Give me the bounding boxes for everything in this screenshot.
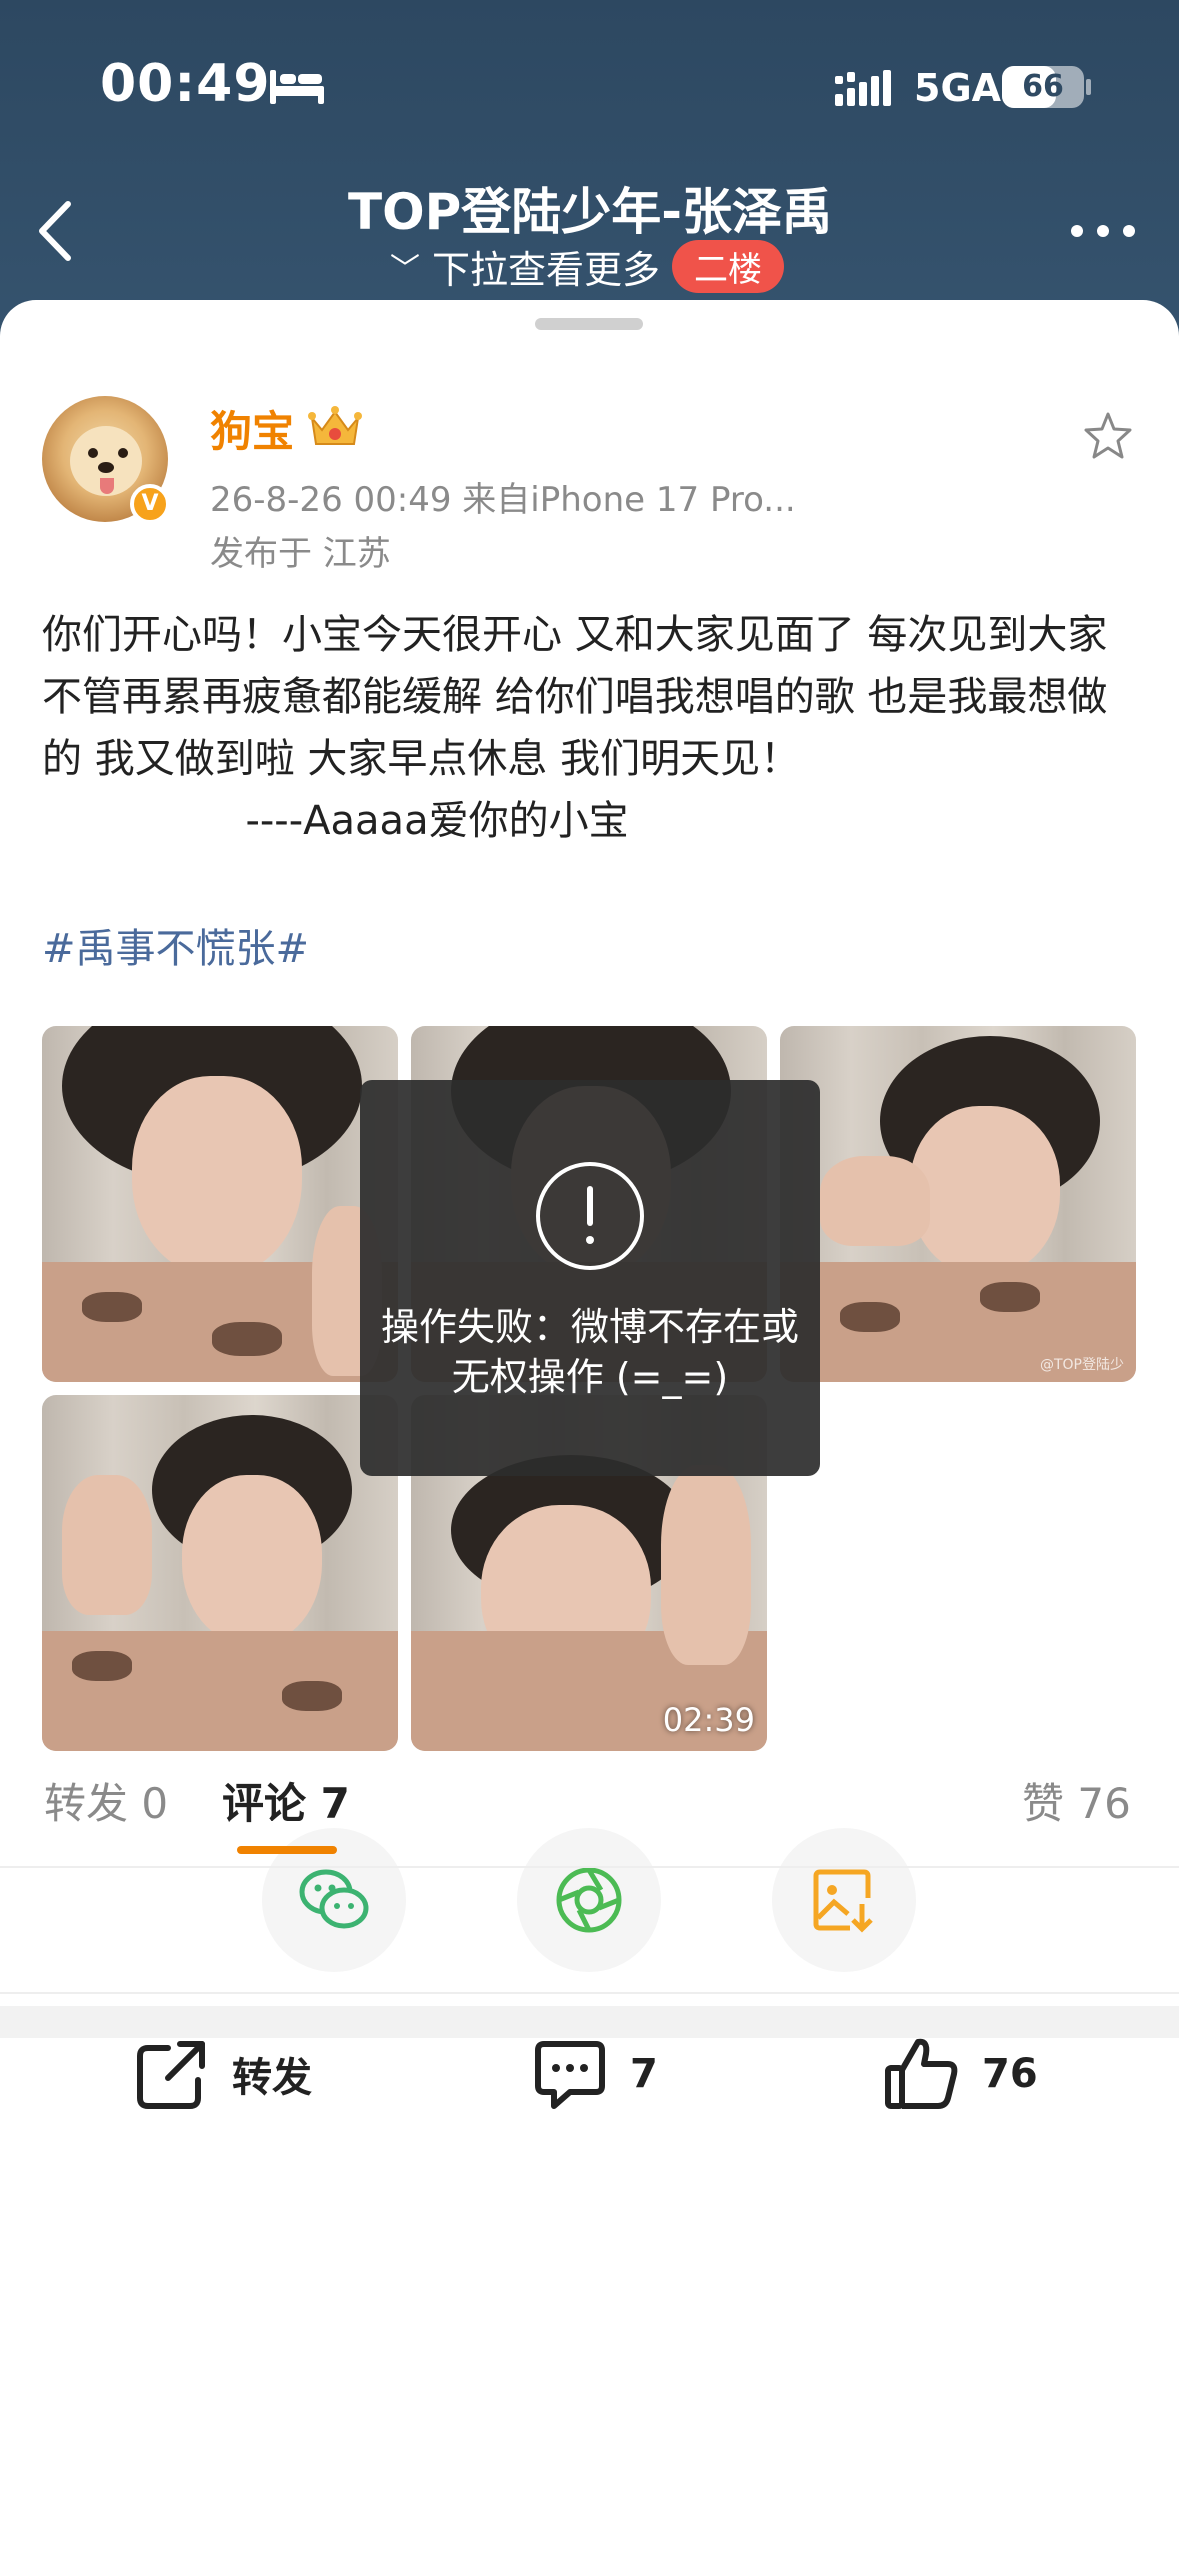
repost-label: 转发 [232,2055,312,2101]
tab-repost-count: 0 [141,1779,169,1828]
tab-comments-label: 评论 [222,1779,307,1828]
comment-count: 7 [630,2051,658,2097]
sleep-focus-icon [270,70,324,104]
moments-icon [556,1867,622,1933]
tab-repost-label: 转发 [44,1779,129,1828]
photo-face [132,1076,302,1276]
floor-badge[interactable]: 二楼 [672,239,785,293]
share-moments-button[interactable] [517,1828,661,1972]
post-photo-1[interactable] [42,1026,398,1382]
wechat-icon [299,1869,369,1929]
photo-face [182,1475,322,1645]
repost-icon [137,2041,205,2109]
comment-icon [535,2041,605,2109]
toast-message: 操作失败：微博不存在或无权操作 (=_=) [380,1305,799,1399]
avatar-tongue [100,478,114,494]
save-image-icon [813,1869,873,1933]
tab-comments[interactable]: 评论 7 [222,1770,350,1831]
crown-badge-icon[interactable] [306,404,364,450]
error-toast: 操作失败：微博不存在或无权操作 (=_=) [360,1080,820,1476]
battery-icon: 66 [1002,66,1084,108]
network-type: 5GA [914,66,1002,110]
photo-shirt [42,1631,398,1751]
thumbs-up-icon [885,2038,958,2109]
pull-down-label: 下拉查看更多 [432,247,661,292]
post-meta: 26-8-26 00:49 来自iPhone 17 Pro... [210,480,796,520]
exclamation-icon [536,1162,644,1270]
photo-hand [62,1475,152,1615]
verified-badge-icon: V [130,484,170,524]
chevron-down-icon: ﹀ [390,252,420,287]
photo-face [910,1106,1060,1276]
avatar-eye-left [88,448,98,458]
battery-level: 66 [1022,69,1064,104]
tab-divider [0,1866,1179,1868]
cellular-signal-icon [835,70,891,106]
page-title: TOP登陆少年-张泽禹 [347,183,832,241]
photo-watermark: @TOP登陆少 [1039,1357,1124,1373]
active-tab-indicator [237,1846,337,1854]
post-location: 发布于 江苏 [210,534,391,574]
back-icon[interactable] [30,196,80,266]
video-duration: 02:39 [662,1701,755,1739]
post-body: 你们开心吗！小宝今天很开心 又和大家见面了 每次见到大家不管再累再疲惫都能缓解 … [42,612,1108,844]
bottom-bar-divider [0,1992,1179,1994]
pull-down-hint[interactable]: ﹀ 下拉查看更多 二楼 [390,238,785,294]
avatar-nose [98,462,114,473]
photo-hand [820,1156,930,1246]
comment-button[interactable]: 7 [530,2034,658,2114]
tab-comments-count: 7 [320,1779,350,1828]
tab-likes[interactable]: 赞 76 [1022,1770,1131,1831]
tab-repost[interactable]: 转发 0 [44,1770,168,1831]
username[interactable]: 狗宝 [210,398,294,459]
photo-hand [661,1465,751,1665]
tab-likes-label: 赞 [1022,1779,1065,1828]
battery-nub [1086,79,1091,95]
hashtag-link[interactable]: #禹事不慌张# [42,916,309,974]
status-time: 00:49 [100,54,271,114]
like-button[interactable]: 76 [882,2034,1038,2114]
repost-button[interactable]: 转发 [132,2034,312,2114]
tab-likes-count: 76 [1077,1779,1131,1828]
post-photo-3[interactable]: @TOP登陆少 [780,1026,1136,1382]
sheet-grabber[interactable] [535,318,643,330]
like-count: 76 [982,2051,1038,2097]
favorite-star-icon[interactable] [1082,410,1134,462]
save-image-button[interactable] [772,1828,916,1972]
post-sheet: V 狗宝 26-8-26 00:49 来自iPhone 17 Pro... 发布… [0,300,1179,2556]
post-photo-4[interactable] [42,1395,398,1751]
avatar-eye-right [118,448,128,458]
more-icon[interactable] [1068,222,1138,240]
